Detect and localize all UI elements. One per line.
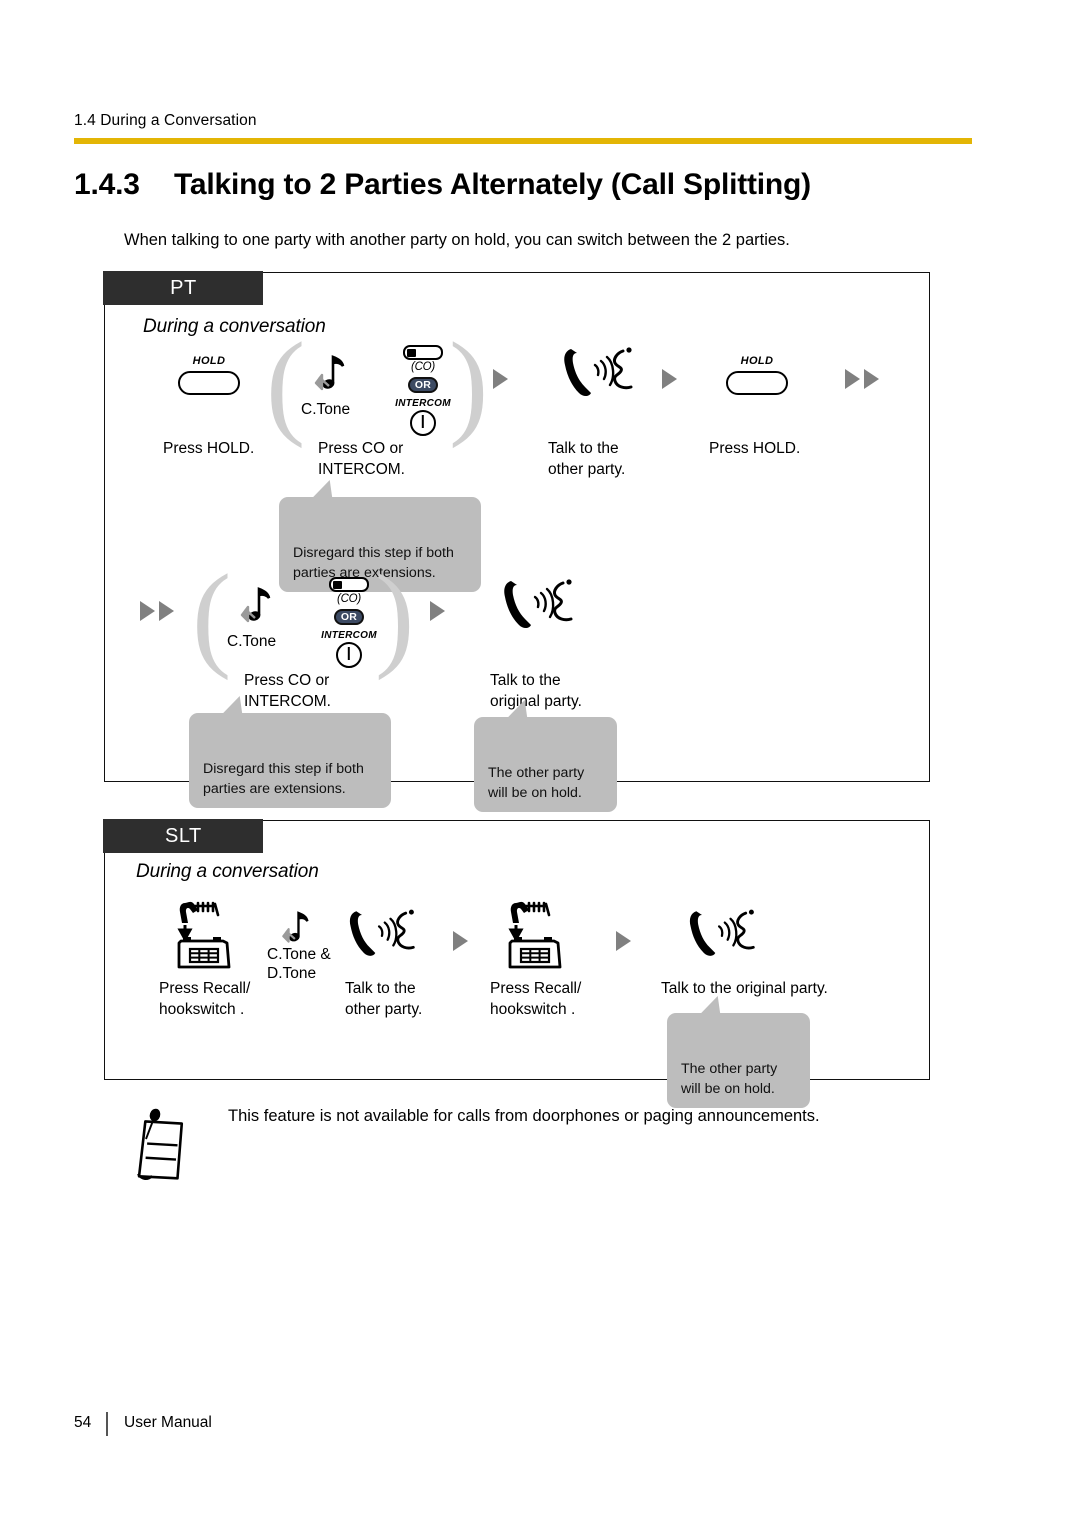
balloon-tail-3 xyxy=(494,700,528,718)
pt-row2-balloon-left: Disregard this step if both parties are … xyxy=(189,696,391,808)
pt-panel: PT During a conversation HOLD Press HOLD… xyxy=(103,271,930,812)
handset-talking-icon-2 xyxy=(504,579,573,628)
row-wrap-arrow-icon-a xyxy=(845,369,860,389)
section-intro: When talking to one party with another p… xyxy=(124,231,790,249)
pt-row1-step3-caption: Talk to the other party. xyxy=(548,440,626,478)
note-text: This feature is not available for calls … xyxy=(228,1107,820,1125)
co-key-label: (CO) xyxy=(410,361,436,373)
footer-divider xyxy=(106,1412,109,1436)
handset-talking-icon xyxy=(564,347,633,396)
pt-row1-step2-caption: Press CO or INTERCOM. xyxy=(318,440,405,478)
balloon-tail-4 xyxy=(687,996,721,1014)
page-title: 1.4.3 Talking to 2 Parties Alternately (C… xyxy=(74,168,974,202)
co-key-label-2: (CO) xyxy=(336,593,362,605)
hold-key-icon: HOLD xyxy=(178,355,240,397)
slt-balloon-text: The other party will be on hold. xyxy=(681,1061,778,1097)
intercom-key-label: INTERCOM xyxy=(395,398,451,409)
pt-tab-label: PT xyxy=(103,271,264,306)
slt-step3-caption: Talk to the other party. xyxy=(345,980,423,1018)
handset-talking-icon-3 xyxy=(349,909,415,956)
slt-step5-caption: Talk to the original party. xyxy=(661,980,828,997)
pt-row2-step1-caption: Press CO or INTERCOM. xyxy=(244,672,331,710)
hold-key-shape xyxy=(178,371,240,395)
or-badge-2: OR xyxy=(334,609,364,625)
pt-row2-balloon-right: The other party will be on hold. xyxy=(474,700,617,812)
row2-lead-arrow-icon-a xyxy=(140,601,155,621)
pt-row2-ctone-label: C.Tone xyxy=(227,633,277,650)
balloon-tail-2 xyxy=(209,696,243,714)
slt-step1-caption: Press Recall/ hookswitch . xyxy=(159,980,251,1018)
step-arrow-icon xyxy=(493,369,508,389)
section-title-text: Talking to 2 Parties Alternately (Call S… xyxy=(174,168,811,201)
intercom-key-icon-2 xyxy=(336,642,362,668)
notepad-pen-icon xyxy=(137,1108,184,1180)
group2-paren-left: ( xyxy=(192,550,232,681)
group-paren-left: ( xyxy=(266,318,306,449)
hold-key-icon-2: HOLD xyxy=(726,355,788,397)
slt-panel: SLT During a conversation Press Recall/ … xyxy=(103,819,930,1108)
header-rule xyxy=(74,138,972,144)
co-key-icon xyxy=(403,345,443,360)
handset-talking-icon-4 xyxy=(689,909,755,956)
step-arrow-icon-2 xyxy=(662,369,677,389)
slt-tab-label: SLT xyxy=(103,819,264,854)
co-intercom-stack: (CO) OR INTERCOM xyxy=(387,345,459,436)
co-intercom-stack-2: (CO) OR INTERCOM xyxy=(313,577,385,668)
slt-subtitle: During a conversation xyxy=(136,861,319,882)
hold-key-shape-2 xyxy=(726,371,788,395)
footer-page-number: 54 xyxy=(74,1414,92,1431)
footer-label: User Manual xyxy=(124,1414,212,1431)
slt-balloon: The other party will be on hold. xyxy=(667,996,810,1108)
pt-row1-step1-caption: Press HOLD. xyxy=(163,440,255,457)
intercom-key-icon xyxy=(410,410,436,436)
slt-ctone-label: C.Tone & D.Tone xyxy=(267,946,331,983)
music-note-icon xyxy=(314,355,345,391)
slt-step-arrow-icon-2 xyxy=(616,931,631,951)
slt-step-arrow-icon xyxy=(453,931,468,951)
pt-row1-step4-caption: Press HOLD. xyxy=(709,440,801,457)
co-key-icon-2 xyxy=(329,577,369,592)
row2-lead-arrow-icon-b xyxy=(159,601,174,621)
pt-row2-balloon-left-text: Disregard this step if both parties are … xyxy=(203,761,364,797)
pt-row1-ctone-label: C.Tone xyxy=(301,401,351,418)
hold-key-label-2: HOLD xyxy=(740,355,774,367)
music-note-icon-2 xyxy=(240,587,271,623)
or-badge: OR xyxy=(408,377,438,393)
hookswitch-icon xyxy=(177,901,231,969)
pt-row2-balloon-right-text: The other party will be on hold. xyxy=(488,765,585,801)
section-number: 1.4.3 xyxy=(74,168,140,201)
pt-row1-balloon-text: Disregard this step if both parties are … xyxy=(293,545,454,581)
hookswitch-icon-2 xyxy=(508,901,562,969)
row-wrap-arrow-icon-b xyxy=(864,369,879,389)
intercom-key-label-2: INTERCOM xyxy=(321,630,377,641)
slt-step4-caption: Press Recall/ hookswitch . xyxy=(490,980,582,1018)
step-arrow-icon-3 xyxy=(430,601,445,621)
hold-key-label: HOLD xyxy=(192,355,226,367)
running-header: 1.4 During a Conversation xyxy=(74,112,257,129)
balloon-tail xyxy=(299,480,333,498)
